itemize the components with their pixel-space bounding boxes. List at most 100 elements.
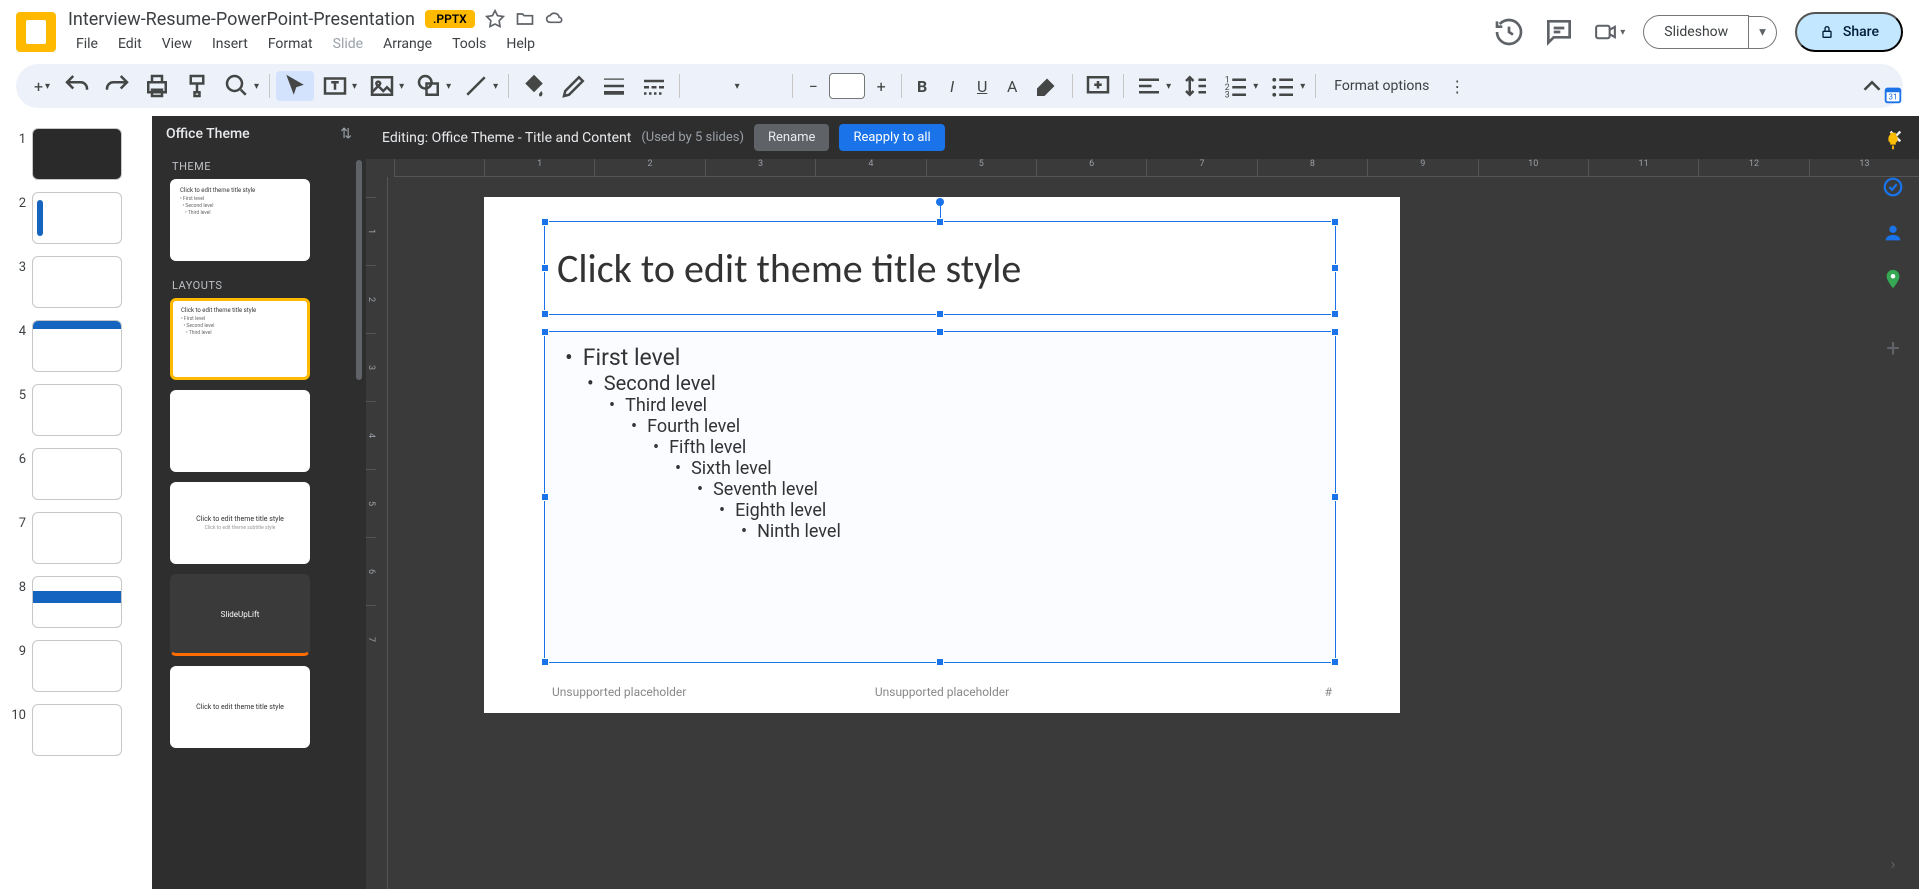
resize-handle[interactable] [541, 264, 549, 272]
highlight-button[interactable] [1028, 71, 1066, 101]
resize-handle[interactable] [1331, 310, 1339, 318]
bulleted-list-button[interactable]: ▾ [1264, 71, 1309, 101]
textbox-tool[interactable]: ▾ [316, 71, 361, 101]
underline-button[interactable]: U [968, 71, 996, 101]
title-placeholder[interactable]: Click to edit theme title style [544, 221, 1336, 315]
tasks-icon[interactable] [1882, 176, 1904, 198]
slide-panel[interactable]: 1 2 3 4 5 6 7 8 9 10 [0, 116, 152, 889]
rotate-handle[interactable] [936, 198, 944, 206]
calendar-icon[interactable]: 31 [1882, 84, 1904, 106]
slide-canvas[interactable]: Click to edit theme title style •First l… [484, 197, 1400, 713]
theme-master-thumb[interactable]: Click to edit theme title style • First … [170, 179, 310, 261]
body-text[interactable]: •First level •Second level •Third level … [545, 332, 1335, 554]
theme-scrollbar[interactable] [356, 160, 362, 380]
keep-icon[interactable] [1882, 130, 1904, 152]
add-addon-button[interactable]: + [1886, 334, 1900, 362]
menu-file[interactable]: File [68, 32, 106, 56]
menu-arrange[interactable]: Arrange [375, 32, 440, 56]
slide-thumb-2[interactable] [32, 192, 122, 244]
resize-handle[interactable] [541, 658, 549, 666]
menu-edit[interactable]: Edit [110, 32, 150, 56]
slide-thumb-4[interactable] [32, 320, 122, 372]
slide-thumb-8[interactable] [32, 576, 122, 628]
border-weight-button[interactable] [595, 71, 633, 101]
resize-handle[interactable] [1331, 218, 1339, 226]
canvas-area[interactable]: 1 2 3 4 5 6 7 8 9 10 11 12 13 1 2 3 4 5 [366, 159, 1919, 889]
border-dash-button[interactable] [635, 71, 673, 101]
rename-button[interactable]: Rename [754, 124, 829, 151]
slide-thumb-6[interactable] [32, 448, 122, 500]
layout-thumb-title-only[interactable]: Click to edit theme title style Click to… [170, 482, 310, 564]
slide-thumb-9[interactable] [32, 640, 122, 692]
zoom-button[interactable]: ▾ [218, 71, 263, 101]
undo-button[interactable] [58, 71, 96, 101]
footer-placeholder-right[interactable]: # [1325, 685, 1332, 699]
menu-help[interactable]: Help [498, 32, 543, 56]
menu-view[interactable]: View [154, 32, 200, 56]
resize-handle[interactable] [936, 658, 944, 666]
hide-sidepanel-button[interactable]: › [1891, 854, 1896, 873]
layout-thumb-section[interactable]: Click to edit theme title style [170, 666, 310, 748]
format-options-button[interactable]: Format options [1322, 78, 1441, 94]
horizontal-ruler[interactable]: 1 2 3 4 5 6 7 8 9 10 11 12 13 [394, 159, 1919, 177]
layout-thumb-brand[interactable]: SlideUpLift [170, 574, 310, 656]
layout-thumb-blank[interactable] [170, 390, 310, 472]
paint-format-button[interactable] [178, 71, 216, 101]
history-icon[interactable] [1493, 16, 1525, 48]
bold-button[interactable]: B [908, 71, 936, 101]
more-button[interactable]: ⋮ [1443, 71, 1471, 101]
share-button[interactable]: Share [1795, 12, 1903, 52]
resize-handle[interactable] [1331, 493, 1339, 501]
font-family-select[interactable]: ▾ [686, 71, 786, 101]
resize-handle[interactable] [1331, 328, 1339, 336]
increase-font-button[interactable]: + [867, 71, 895, 101]
resize-handle[interactable] [936, 218, 944, 226]
body-placeholder[interactable]: •First level •Second level •Third level … [544, 331, 1336, 663]
slide-thumb-3[interactable] [32, 256, 122, 308]
align-button[interactable]: ▾ [1130, 71, 1175, 101]
footer-placeholder-left[interactable]: Unsupported placeholder [552, 685, 686, 699]
resize-handle[interactable] [1331, 264, 1339, 272]
text-color-button[interactable]: A [998, 71, 1026, 101]
border-color-button[interactable] [555, 71, 593, 101]
maps-icon[interactable] [1882, 268, 1904, 290]
present-camera-icon[interactable]: ▾ [1593, 16, 1625, 48]
resize-handle[interactable] [541, 328, 549, 336]
move-folder-icon[interactable] [515, 9, 535, 29]
resize-handle[interactable] [1331, 658, 1339, 666]
print-button[interactable] [138, 71, 176, 101]
redo-button[interactable] [98, 71, 136, 101]
shape-tool[interactable]: ▾ [410, 71, 455, 101]
numbered-list-button[interactable]: 123▾ [1217, 71, 1262, 101]
document-title[interactable]: Interview-Resume-PowerPoint-Presentation [68, 9, 415, 30]
footer-placeholder-center[interactable]: Unsupported placeholder [875, 685, 1009, 699]
insert-comment-button[interactable] [1079, 71, 1117, 101]
italic-button[interactable]: I [938, 71, 966, 101]
contacts-icon[interactable] [1882, 222, 1904, 244]
resize-handle[interactable] [936, 310, 944, 318]
star-icon[interactable] [485, 9, 505, 29]
resize-handle[interactable] [541, 218, 549, 226]
vertical-ruler[interactable]: 1 2 3 4 5 6 7 [366, 177, 388, 889]
menu-format[interactable]: Format [260, 32, 321, 56]
resize-handle[interactable] [541, 493, 549, 501]
layout-thumb-title-content[interactable]: Click to edit theme title style • First … [170, 298, 310, 380]
slide-thumb-7[interactable] [32, 512, 122, 564]
comments-icon[interactable] [1543, 16, 1575, 48]
cloud-status-icon[interactable] [545, 9, 565, 29]
reapply-button[interactable]: Reapply to all [839, 124, 944, 151]
slideshow-dropdown[interactable]: ▾ [1749, 16, 1777, 49]
new-slide-button[interactable]: +▾ [28, 71, 56, 101]
decrease-font-button[interactable]: − [799, 71, 827, 101]
line-tool[interactable]: ▾ [457, 71, 502, 101]
title-text[interactable]: Click to edit theme title style [545, 222, 1335, 315]
image-tool[interactable]: ▾ [363, 71, 408, 101]
resize-handle[interactable] [541, 310, 549, 318]
line-spacing-button[interactable] [1177, 71, 1215, 101]
fill-color-button[interactable] [515, 71, 553, 101]
slides-logo[interactable] [16, 12, 56, 52]
menu-insert[interactable]: Insert [204, 32, 256, 56]
theme-selector[interactable]: Office Theme ⇅ [152, 116, 366, 152]
slide-thumb-1[interactable] [32, 128, 122, 180]
slideshow-button[interactable]: Slideshow [1643, 15, 1749, 49]
